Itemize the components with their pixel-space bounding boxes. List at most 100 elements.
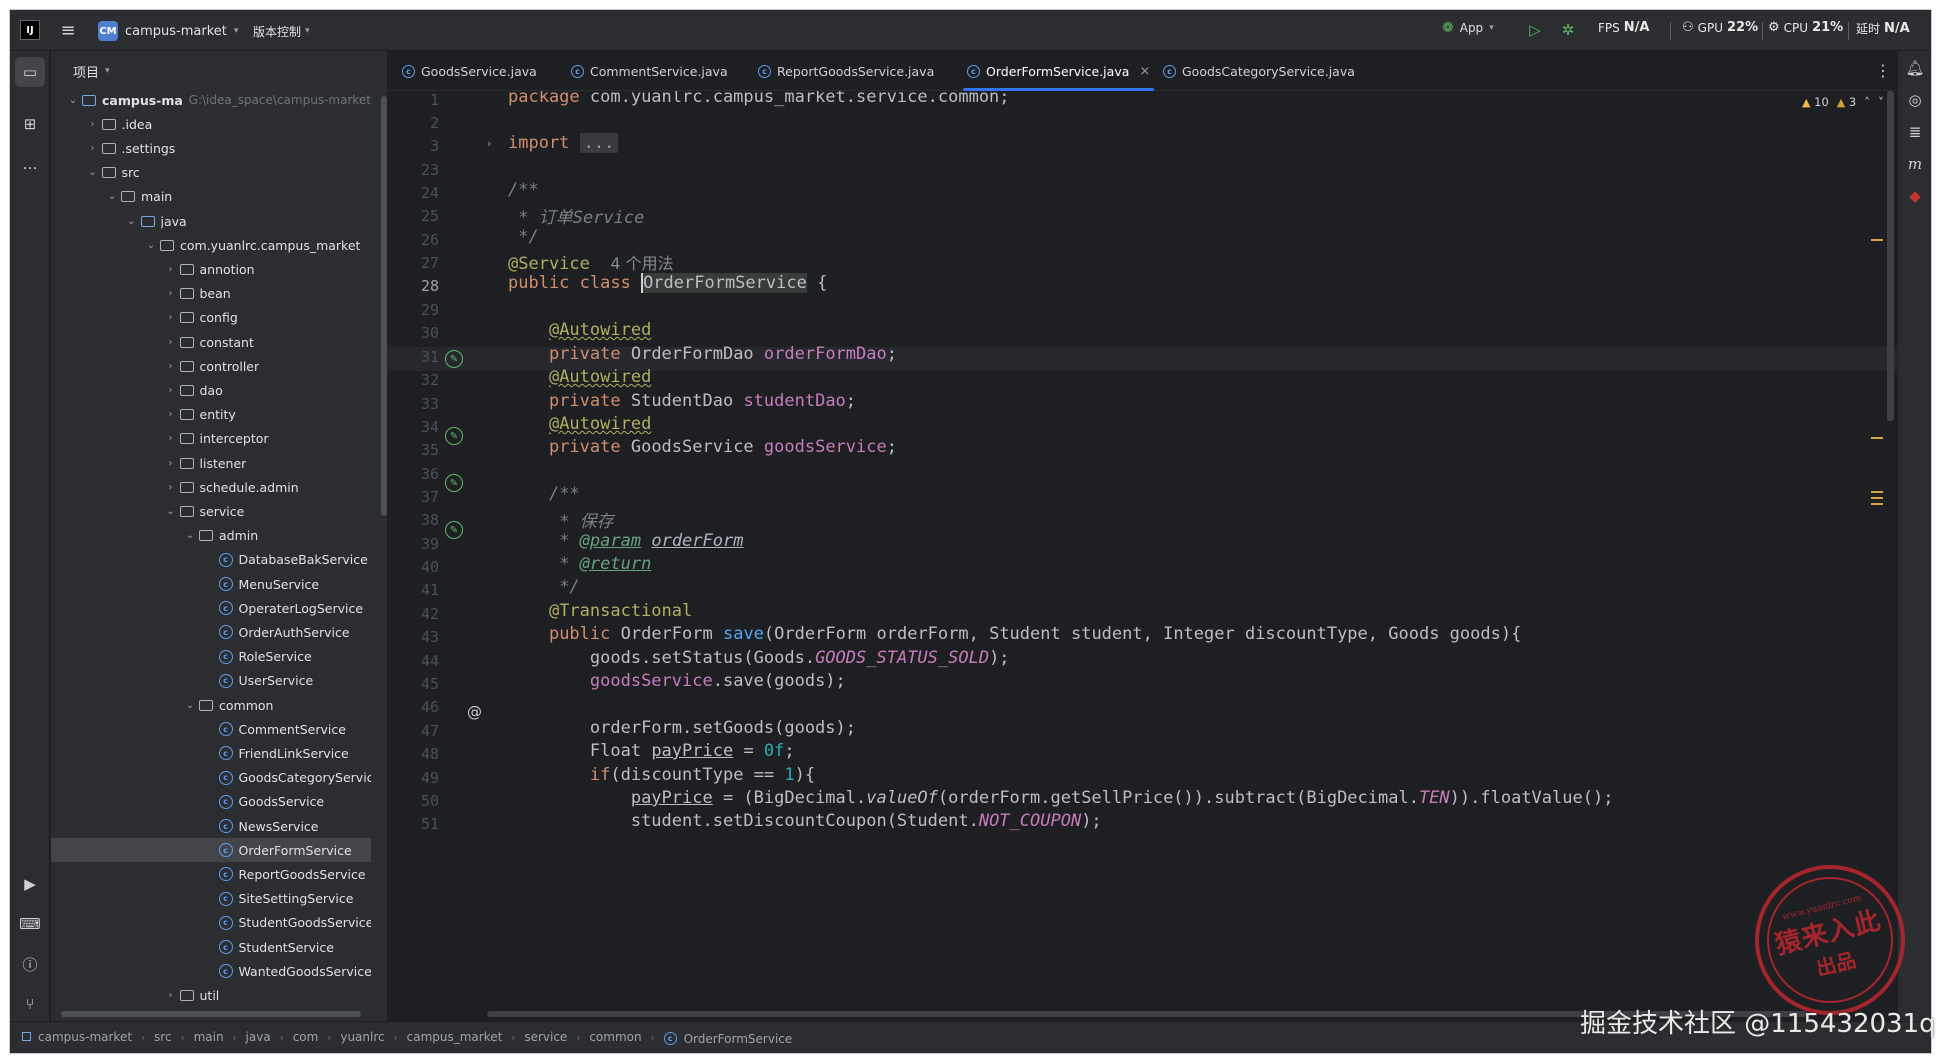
tree-item[interactable]: c ReportGoodsService (51, 862, 371, 886)
tree-item[interactable]: › .settings (51, 136, 371, 160)
tree-item[interactable]: ⌄ com.yuanlrc.campus_market (51, 233, 371, 257)
tree-item[interactable]: c RoleService (51, 645, 371, 669)
tree-item[interactable]: › .idea (51, 112, 371, 136)
run-configuration-selector[interactable]: ❁ App ▾ (1442, 20, 1494, 36)
chevron-right-icon[interactable]: › (163, 264, 179, 275)
project-panel-header[interactable]: 项目 ▾ (51, 51, 387, 91)
project-switcher[interactable]: CM campus-market ▾ (98, 19, 238, 43)
tree-item[interactable]: c StudentGoodsService (51, 911, 371, 935)
breadcrumb-item[interactable]: main (194, 1030, 224, 1044)
breadcrumb-item[interactable]: com (293, 1030, 319, 1044)
chevron-right-icon[interactable]: › (163, 337, 179, 348)
bean-injection-icon[interactable]: ✎ (445, 521, 463, 539)
tree-item[interactable]: › entity (51, 403, 371, 427)
git-icon[interactable]: ⑂ (15, 989, 45, 1019)
maven-icon[interactable]: m (1904, 153, 1926, 175)
main-menu-icon[interactable]: ≡ (58, 20, 78, 41)
tree-item[interactable]: c GoodsService (51, 790, 371, 814)
tree-item[interactable]: ⌄ campus-market G:\idea_space\campus-marke… (51, 88, 371, 112)
plugin-icon[interactable]: ◆ (1904, 185, 1926, 207)
tree-item[interactable]: ⌄ common (51, 693, 371, 717)
breadcrumb-item[interactable]: service (524, 1030, 567, 1044)
tree-item[interactable]: c StudentService (51, 935, 371, 959)
tree-item[interactable]: c WantedGoodsService (51, 959, 371, 983)
database-icon[interactable]: ≣ (1904, 121, 1926, 143)
tree-item[interactable]: c OrderFormService (51, 838, 371, 863)
warning-marker[interactable] (1871, 239, 1883, 241)
chevron-down-icon[interactable]: ⌄ (163, 506, 179, 517)
run-icon[interactable]: ▷ (1524, 19, 1546, 41)
chevron-down-icon[interactable]: ⌄ (65, 95, 81, 106)
tree-item[interactable]: › interceptor (51, 427, 371, 451)
chevron-down-icon[interactable]: ⌄ (85, 167, 101, 178)
more-icon[interactable]: … (15, 149, 45, 179)
tree-item[interactable]: c UserService (51, 669, 371, 693)
usages-hint[interactable]: 4 个用法 (610, 254, 673, 273)
tab-report-goods-service[interactable]: c ReportGoodsService.java (758, 51, 934, 91)
services-icon[interactable]: ▶ (15, 869, 45, 899)
chevron-down-icon[interactable]: ⌄ (182, 530, 198, 541)
tree-item[interactable]: c CommentService (51, 717, 371, 741)
tree-item[interactable]: c FriendLinkService (51, 741, 371, 765)
tree-item[interactable]: › config (51, 306, 371, 330)
warning-marker[interactable] (1871, 503, 1883, 505)
breadcrumb-item[interactable]: campus-market (22, 1030, 132, 1044)
tree-item[interactable]: c OperaterLogService (51, 596, 371, 620)
inspection-widget[interactable]: ▲ 10 ▲ 3 ˄ ˅ (1802, 91, 1884, 113)
tree-item[interactable]: c GoodsCategoryService (51, 766, 371, 790)
chevron-right-icon[interactable]: › (163, 482, 179, 493)
bean-injection-icon[interactable]: ✎ (445, 474, 463, 492)
bean-injection-icon[interactable]: ✎ (445, 427, 463, 445)
at-annotation-icon[interactable]: @ (467, 703, 482, 721)
chevron-right-icon[interactable]: › (85, 143, 101, 154)
tab-comment-service[interactable]: c CommentService.java (571, 51, 728, 91)
warning-marker[interactable] (1871, 437, 1883, 439)
tree-item[interactable]: ⌄ admin (51, 524, 371, 548)
chevron-right-icon[interactable]: › (163, 990, 179, 1001)
code-editor[interactable]: 1 2 3 23 24 25 26 27 28 29 30 31 32 33 34 35 36 37 38 39 40 4… (387, 91, 1897, 1021)
tree-item[interactable]: c SiteSettingService (51, 887, 371, 911)
tree-item[interactable]: › listener (51, 451, 371, 475)
folded-imports[interactable]: ... (579, 133, 619, 153)
chevron-right-icon[interactable]: › (163, 409, 179, 420)
tree-item[interactable]: › constant (51, 330, 371, 354)
breadcrumb-item[interactable]: c OrderFormService (663, 1032, 792, 1046)
breadcrumb-item[interactable]: yuanlrc (340, 1030, 384, 1044)
tree-item[interactable]: c NewsService (51, 814, 371, 838)
terminal-icon[interactable]: ⌨ (15, 909, 45, 939)
more-tabs-icon[interactable]: ⋮ (1875, 61, 1891, 80)
bean-icon[interactable]: ✎ (445, 350, 463, 368)
chevron-down-icon[interactable]: ⌄ (182, 700, 198, 711)
tree-item[interactable]: c MenuService (51, 572, 371, 596)
structure-icon[interactable]: ⊞ (15, 109, 45, 139)
vcs-widget[interactable]: 版本控制 ▾ (253, 19, 310, 43)
tree-item[interactable]: › schedule.admin (51, 475, 371, 499)
chevron-down-icon[interactable]: ˅ (1878, 95, 1884, 109)
tree-item[interactable]: ⌄ main (51, 185, 371, 209)
breadcrumb-item[interactable]: campus_market (407, 1030, 503, 1044)
problems-icon[interactable]: ⓘ (15, 949, 45, 979)
warning-marker[interactable] (1871, 491, 1883, 493)
debug-icon[interactable]: ✲ (1557, 19, 1579, 41)
breadcrumb-item[interactable]: java (246, 1030, 271, 1044)
chevron-up-icon[interactable]: ˄ (1864, 95, 1870, 109)
chevron-right-icon[interactable]: › (163, 385, 179, 396)
tree-item[interactable]: › annotion (51, 257, 371, 281)
fold-arrow-icon[interactable]: › (487, 137, 491, 150)
chevron-right-icon[interactable]: › (163, 288, 179, 299)
tree-item[interactable]: c OrderAuthService (51, 620, 371, 644)
chevron-right-icon[interactable]: › (163, 433, 179, 444)
tree-item[interactable]: › dao (51, 378, 371, 402)
chevron-right-icon[interactable]: › (85, 119, 101, 130)
chevron-right-icon[interactable]: › (163, 312, 179, 323)
tree-item[interactable]: ⌄ src (51, 161, 371, 185)
chevron-down-icon[interactable]: ⌄ (104, 191, 120, 202)
tree-item[interactable]: › util (51, 983, 371, 1007)
editor-vertical-scrollbar[interactable] (1887, 91, 1894, 421)
tree-item[interactable]: › controller (51, 354, 371, 378)
tab-goods-service[interactable]: c GoodsService.java (402, 51, 537, 91)
tree-item[interactable]: ⌄ service (51, 499, 371, 523)
close-icon[interactable]: × (1139, 64, 1150, 79)
intellij-logo-icon[interactable]: IJ (20, 20, 40, 40)
notifications-icon[interactable]: 🔔︎ (1904, 57, 1926, 79)
